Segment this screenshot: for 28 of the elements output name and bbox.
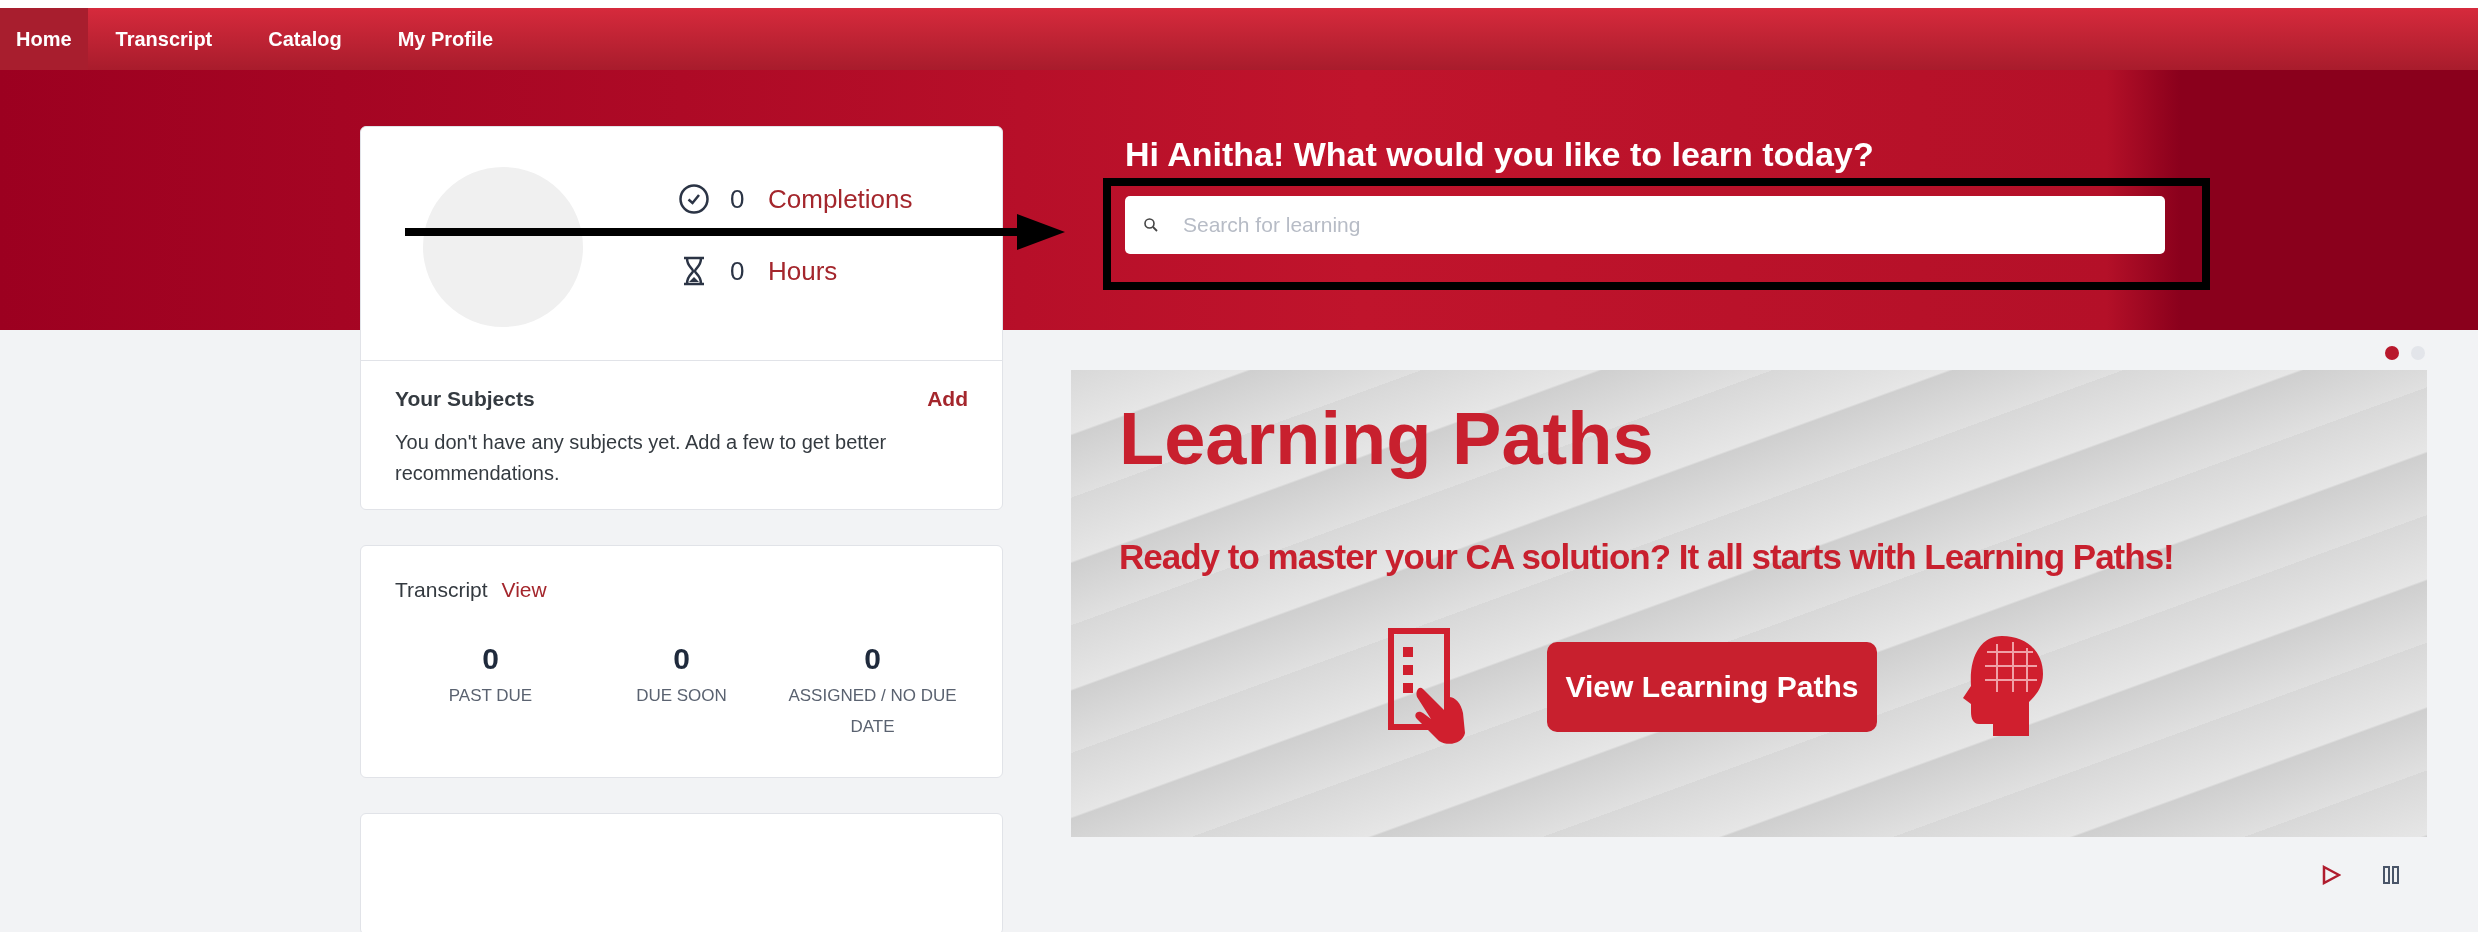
pause-icon[interactable]: [2381, 865, 2401, 885]
stat-link[interactable]: Completions: [768, 183, 913, 215]
tablet-hand-icon: [1387, 627, 1467, 747]
view-link[interactable]: View: [501, 578, 547, 602]
check-circle-icon: [678, 183, 710, 215]
nav-tab[interactable]: My Profile: [369, 8, 522, 70]
play-icon[interactable]: [2321, 865, 2341, 885]
nav-tab[interactable]: Catalog: [240, 8, 370, 70]
slide-title: Learning Paths: [1119, 396, 1655, 481]
count-label: PAST DUE: [447, 685, 534, 707]
count-label: DUE SOON: [635, 685, 728, 707]
empty-message: You don't have any subjects yet. Add a few to get better recommendations.: [395, 430, 888, 486]
add-link[interactable]: Add: [927, 387, 968, 411]
slide-subtitle: Ready to master your CA solution? It all starts with Learning Paths!: [1119, 537, 2175, 577]
count-value: 0: [863, 642, 882, 676]
count-label: ASSIGNED / NO DUE DATE: [787, 685, 958, 738]
section-title: Your Subjects: [395, 387, 535, 411]
section-title: Transcript: [395, 578, 488, 602]
search-field[interactable]: Search for learning: [1125, 196, 2165, 254]
nav-tab[interactable]: Transcript: [87, 8, 241, 70]
count-value: 0: [672, 642, 691, 676]
count-value: 0: [481, 642, 500, 676]
greeting-heading: Hi Anitha! What would you like to learn today?: [1125, 134, 1875, 174]
stat-value: 0: [730, 255, 746, 287]
view-learning-paths-button[interactable]: View Learning Paths: [1547, 642, 1877, 732]
stat-value: 0: [730, 183, 746, 215]
stat-link[interactable]: Hours: [768, 255, 838, 287]
carousel-dot[interactable]: [2385, 346, 2399, 360]
